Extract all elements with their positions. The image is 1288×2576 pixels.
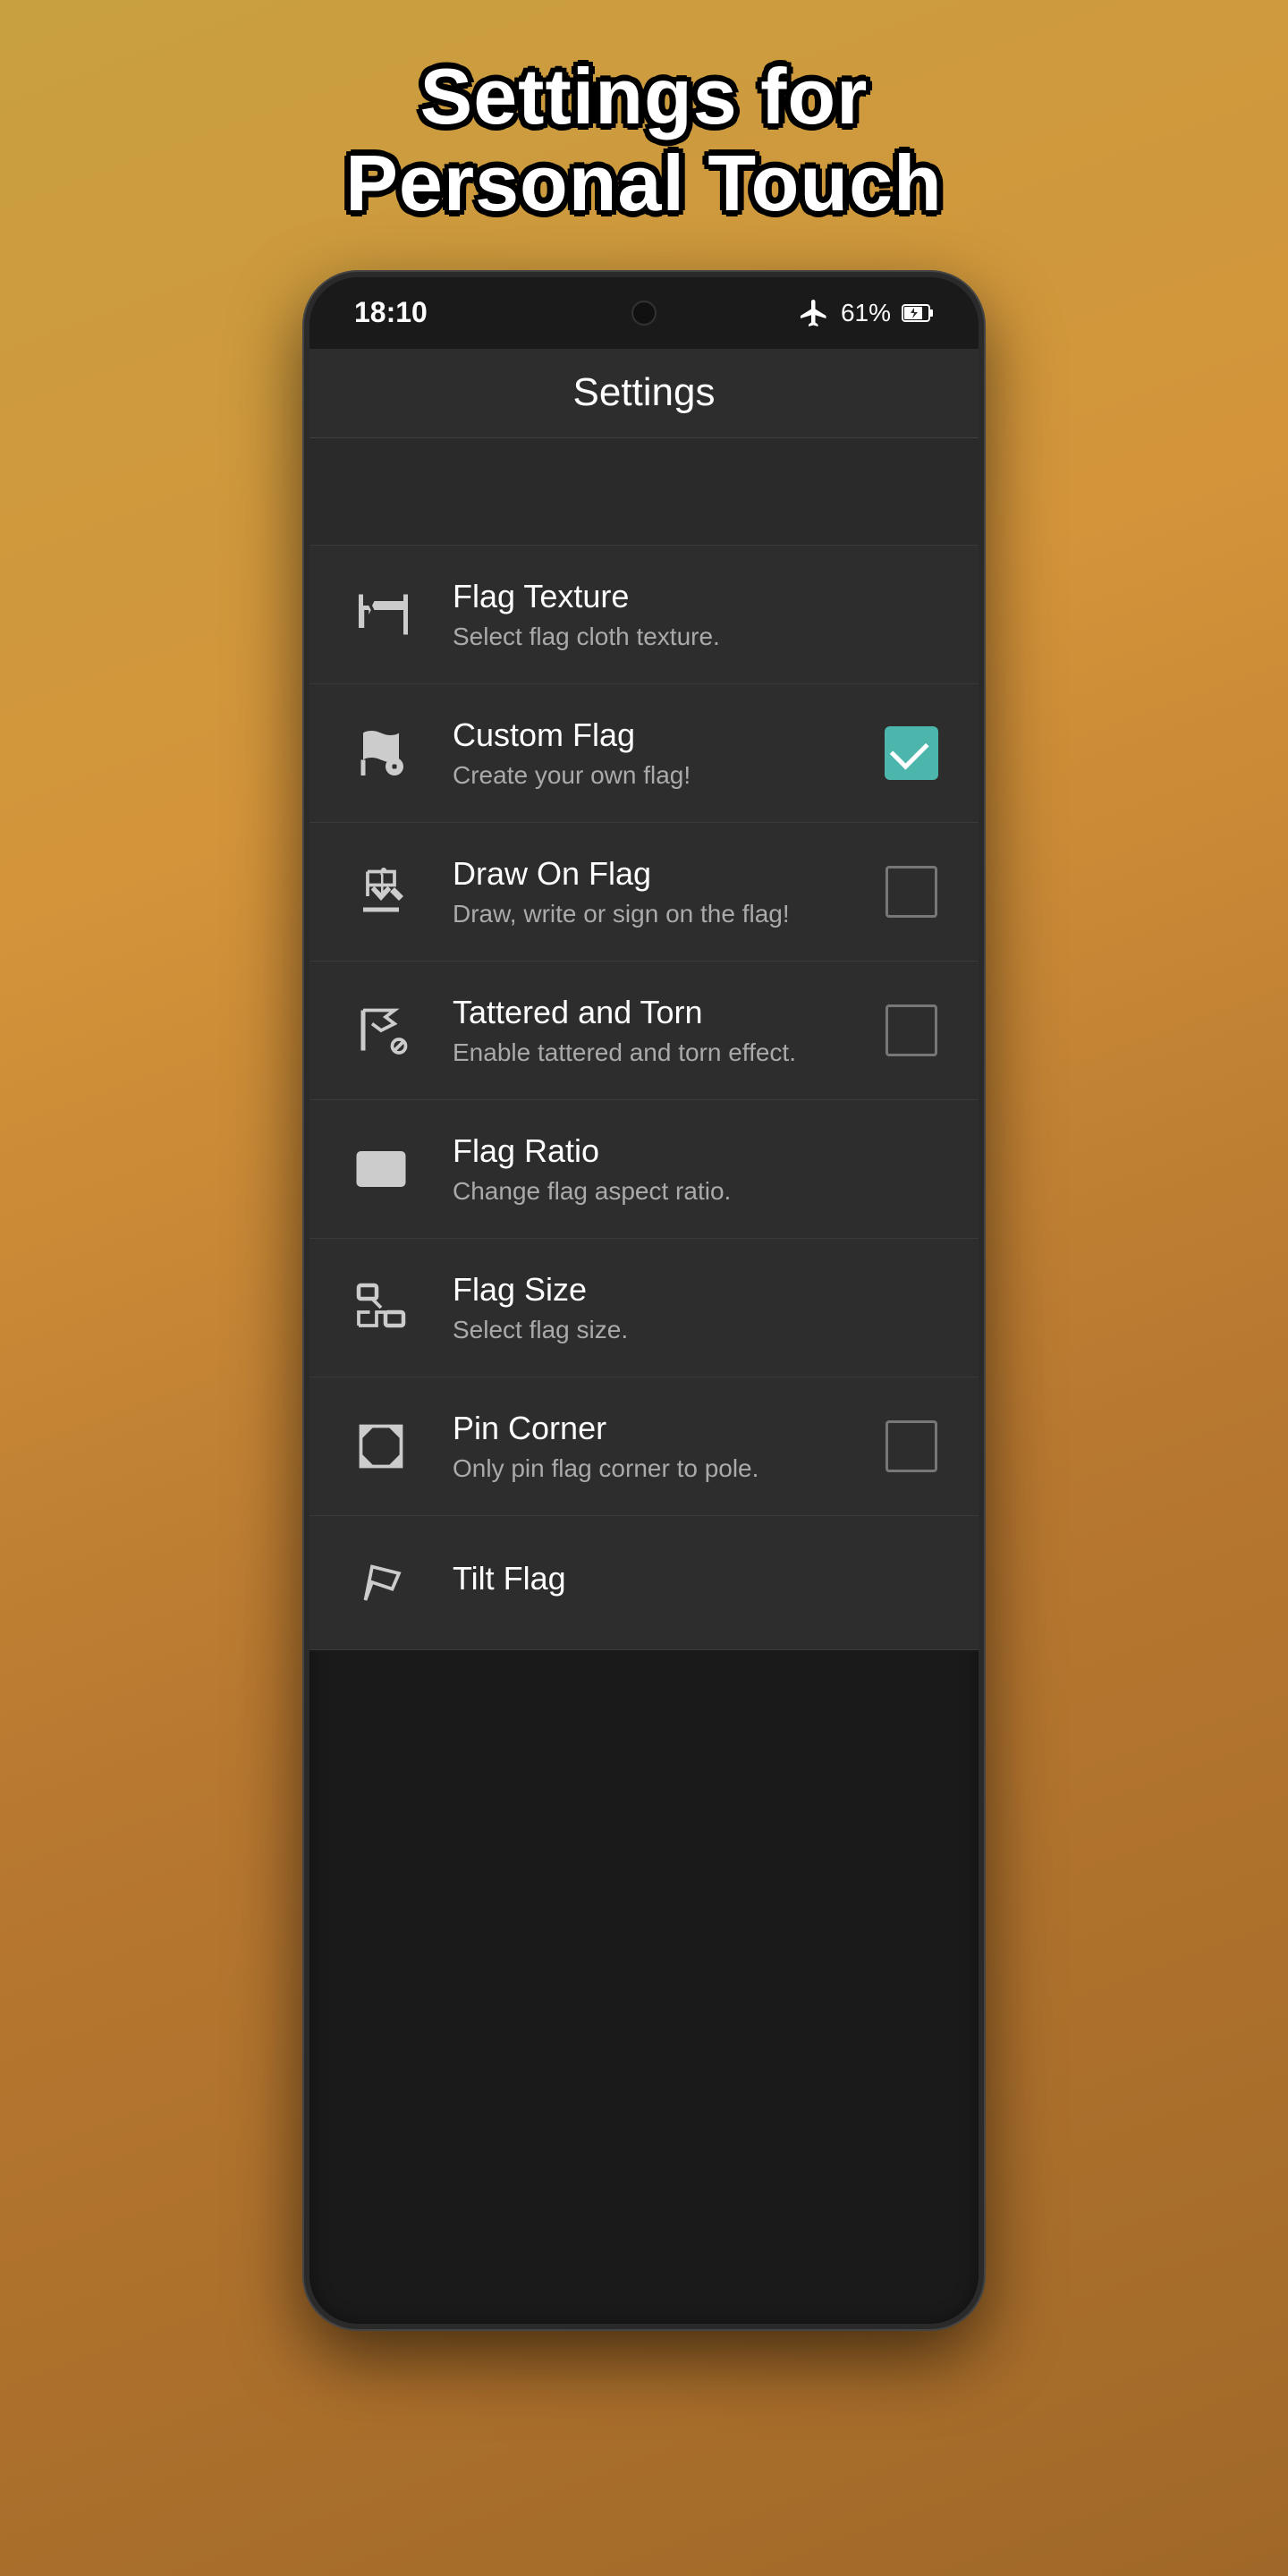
flag-texture-content: Flag Texture Select flag cloth texture. — [453, 578, 943, 651]
settings-item-pin-corner[interactable]: Pin Corner Only pin flag corner to pole. — [309, 1377, 979, 1516]
custom-flag-subtitle: Create your own flag! — [453, 761, 880, 790]
flag-size-content: Flag Size Select flag size. — [453, 1271, 943, 1344]
tattered-control[interactable] — [880, 999, 943, 1062]
flag-size-subtitle: Select flag size. — [453, 1316, 943, 1344]
flag-ratio-subtitle: Change flag aspect ratio. — [453, 1177, 943, 1206]
tattered-title: Tattered and Torn — [453, 994, 880, 1031]
draw-flag-title: Draw On Flag — [453, 855, 880, 893]
tattered-checkbox[interactable] — [886, 1004, 937, 1056]
app-bar-title: Settings — [573, 370, 716, 415]
custom-flag-title: Custom Flag — [453, 716, 880, 754]
flag-texture-subtitle: Select flag cloth texture. — [453, 623, 943, 651]
flag-size-icon — [345, 1272, 417, 1343]
settings-item-custom-flag[interactable]: Custom Flag Create your own flag! — [309, 684, 979, 823]
custom-flag-control[interactable] — [880, 722, 943, 784]
settings-item-flag-texture[interactable]: Flag Texture Select flag cloth texture. — [309, 546, 979, 684]
status-time: 18:10 — [354, 296, 428, 329]
app-bar: Settings — [309, 349, 979, 438]
settings-item-tilt-flag[interactable]: Tilt Flag — [309, 1516, 979, 1650]
settings-item-tattered[interactable]: Tattered and Torn Enable tattered and to… — [309, 962, 979, 1100]
pin-corner-title: Pin Corner — [453, 1410, 880, 1447]
camera-notch — [631, 301, 657, 326]
pin-corner-content: Pin Corner Only pin flag corner to pole. — [453, 1410, 880, 1483]
tattered-subtitle: Enable tattered and torn effect. — [453, 1038, 880, 1067]
flag-ratio-title: Flag Ratio — [453, 1132, 943, 1170]
tilt-flag-content: Tilt Flag — [453, 1560, 943, 1605]
draw-flag-subtitle: Draw, write or sign on the flag! — [453, 900, 880, 928]
pin-corner-checkbox[interactable] — [886, 1420, 937, 1472]
settings-item-flag-ratio[interactable]: Flag Ratio Change flag aspect ratio. — [309, 1100, 979, 1239]
tilt-flag-icon — [345, 1546, 417, 1618]
custom-flag-content: Custom Flag Create your own flag! — [453, 716, 880, 790]
settings-list: Flag Texture Select flag cloth texture. … — [309, 546, 979, 1650]
flag-texture-title: Flag Texture — [453, 578, 943, 615]
settings-item-draw-on-flag[interactable]: Draw On Flag Draw, write or sign on the … — [309, 823, 979, 962]
draw-flag-control[interactable] — [880, 860, 943, 923]
pin-corner-icon — [345, 1411, 417, 1482]
tilt-flag-title: Tilt Flag — [453, 1560, 943, 1597]
settings-item-flag-size[interactable]: Flag Size Select flag size. — [309, 1239, 979, 1377]
tattered-content: Tattered and Torn Enable tattered and to… — [453, 994, 880, 1067]
custom-flag-icon — [345, 717, 417, 789]
battery-percent: 61% — [841, 299, 891, 327]
phone-frame: 18:10 61% Settings — [304, 272, 984, 2329]
flag-ratio-icon — [345, 1133, 417, 1205]
custom-flag-checkbox[interactable] — [885, 726, 938, 780]
draw-flag-icon — [345, 856, 417, 928]
flag-size-title: Flag Size — [453, 1271, 943, 1309]
draw-flag-content: Draw On Flag Draw, write or sign on the … — [453, 855, 880, 928]
status-bar: 18:10 61% — [309, 277, 979, 349]
flag-texture-icon — [345, 579, 417, 650]
plane-mode-icon — [798, 297, 830, 329]
battery-icon — [902, 303, 934, 323]
flag-ratio-content: Flag Ratio Change flag aspect ratio. — [453, 1132, 943, 1206]
draw-flag-checkbox[interactable] — [886, 866, 937, 918]
pin-corner-control[interactable] — [880, 1415, 943, 1478]
status-bar-right: 61% — [798, 297, 934, 329]
page-title: Settings for Personal Touch — [345, 54, 943, 227]
pin-corner-subtitle: Only pin flag corner to pole. — [453, 1454, 880, 1483]
empty-section — [309, 438, 979, 546]
tattered-flag-icon — [345, 995, 417, 1066]
